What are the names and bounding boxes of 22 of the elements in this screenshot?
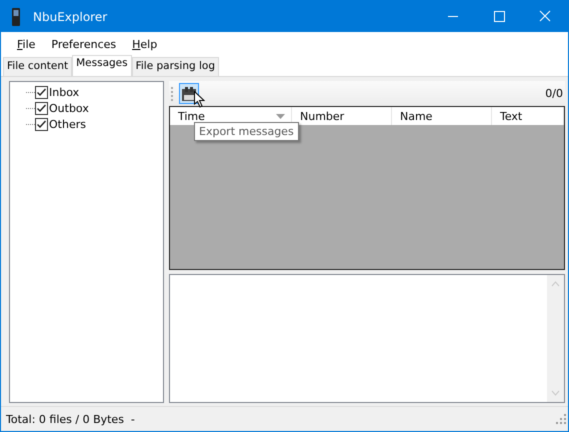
menu-item[interactable]: Help [124,38,166,50]
window-title: NbuExplorer [33,10,108,24]
column-header[interactable]: Text [492,107,564,125]
menu-item[interactable]: Preferences [43,38,124,50]
checkbox[interactable] [35,102,48,114]
tooltip: Export messages [194,122,299,141]
tree-item[interactable]: Outbox [49,102,89,114]
tree-item[interactable]: Others [49,118,86,130]
column-header[interactable]: Name [392,107,492,125]
status-text: Total: 0 files / 0 Bytes - [6,412,135,426]
tab[interactable]: File content [3,57,72,76]
message-text-area[interactable] [169,274,565,403]
tab[interactable]: Messages [72,55,132,76]
sort-arrow-icon [276,114,285,119]
menu-item[interactable]: File [9,38,44,50]
counter: 0/0 [545,87,563,100]
checkbox[interactable] [35,118,48,130]
resize-grip-icon[interactable] [556,414,566,424]
phone-icon [12,8,20,26]
checkbox[interactable] [35,86,48,98]
tree-item[interactable]: Inbox [49,86,80,98]
tab[interactable]: File parsing log [132,57,219,76]
